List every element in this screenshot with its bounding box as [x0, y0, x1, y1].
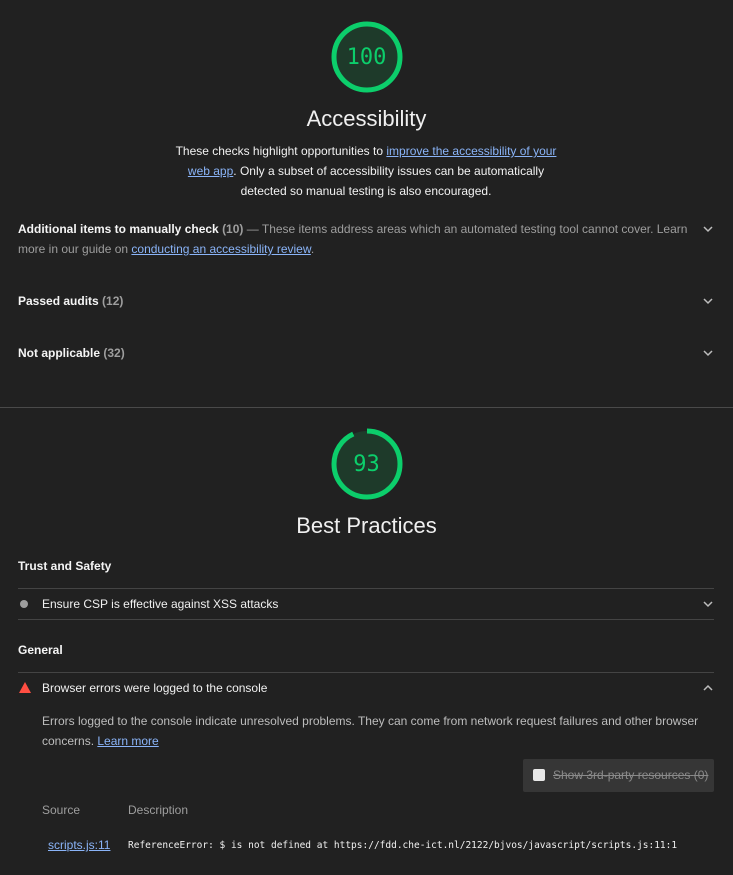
accessibility-review-link[interactable]: conducting an accessibility review	[131, 242, 310, 256]
divider	[18, 619, 714, 620]
third-party-count: (0)	[693, 768, 709, 782]
audit-browser-errors[interactable]: Browser errors were logged to the consol…	[18, 678, 714, 698]
audit-browser-errors-title: Browser errors were logged to the consol…	[42, 681, 268, 695]
learn-more-link[interactable]: Learn more	[97, 734, 158, 748]
group-na-label: Not applicable	[18, 346, 101, 360]
third-party-checkbox[interactable]	[533, 769, 545, 781]
source-link[interactable]: scripts.js:11	[48, 838, 110, 852]
fail-triangle-icon	[19, 682, 31, 693]
group-passed-count: (12)	[102, 294, 124, 308]
column-header-description: Description	[128, 803, 189, 817]
best-practices-score-gauge: 93	[330, 427, 404, 501]
best-practices-title: Best Practices	[296, 513, 437, 538]
group-na-count: (32)	[103, 346, 125, 360]
chevron-down-icon[interactable]	[702, 295, 714, 307]
group-passed-label: Passed audits	[18, 294, 99, 308]
column-header-source: Source	[42, 803, 81, 817]
general-heading: General	[18, 643, 63, 657]
accessibility-title: Accessibility	[306, 106, 427, 131]
third-party-label-text: Show 3rd-party resources	[553, 768, 691, 782]
trust-safety-heading: Trust and Safety	[18, 559, 112, 573]
group-manual-check-desc-end: .	[310, 242, 315, 256]
accessibility-desc-text: These checks highlight opportunities to	[175, 144, 387, 158]
group-manual-check[interactable]: Additional items to manually check (10) …	[18, 219, 714, 259]
accessibility-desc-text-2: . Only a subset of accessibility issues …	[233, 164, 545, 198]
audit-csp-xss[interactable]: Ensure CSP is effective against XSS atta…	[18, 594, 714, 614]
chevron-down-icon[interactable]	[702, 598, 714, 610]
chevron-down-icon[interactable]	[702, 223, 714, 235]
accessibility-description: These checks highlight opportunities to …	[166, 141, 566, 201]
group-passed-audits[interactable]: Passed audits (12)	[18, 291, 714, 311]
informative-status-icon	[20, 600, 28, 608]
divider	[18, 588, 714, 589]
third-party-label: Show 3rd-party resources (0)	[553, 768, 708, 782]
audit-csp-title: Ensure CSP is effective against XSS atta…	[42, 597, 279, 611]
audit-browser-errors-desc: Errors logged to the console indicate un…	[42, 711, 714, 751]
accessibility-score-gauge: 100	[330, 20, 404, 94]
section-divider	[0, 407, 733, 408]
chevron-down-icon[interactable]	[702, 347, 714, 359]
divider	[18, 672, 714, 673]
group-manual-check-label: Additional items to manually check	[18, 222, 219, 236]
best-practices-score: 93	[353, 451, 380, 477]
third-party-filter[interactable]: Show 3rd-party resources (0)	[523, 759, 714, 792]
group-not-applicable[interactable]: Not applicable (32)	[18, 343, 714, 363]
group-manual-check-count: (10)	[222, 222, 244, 236]
accessibility-score: 100	[346, 44, 387, 70]
chevron-up-icon[interactable]	[702, 682, 714, 694]
error-description: ReferenceError: $ is not defined at http…	[128, 840, 678, 851]
